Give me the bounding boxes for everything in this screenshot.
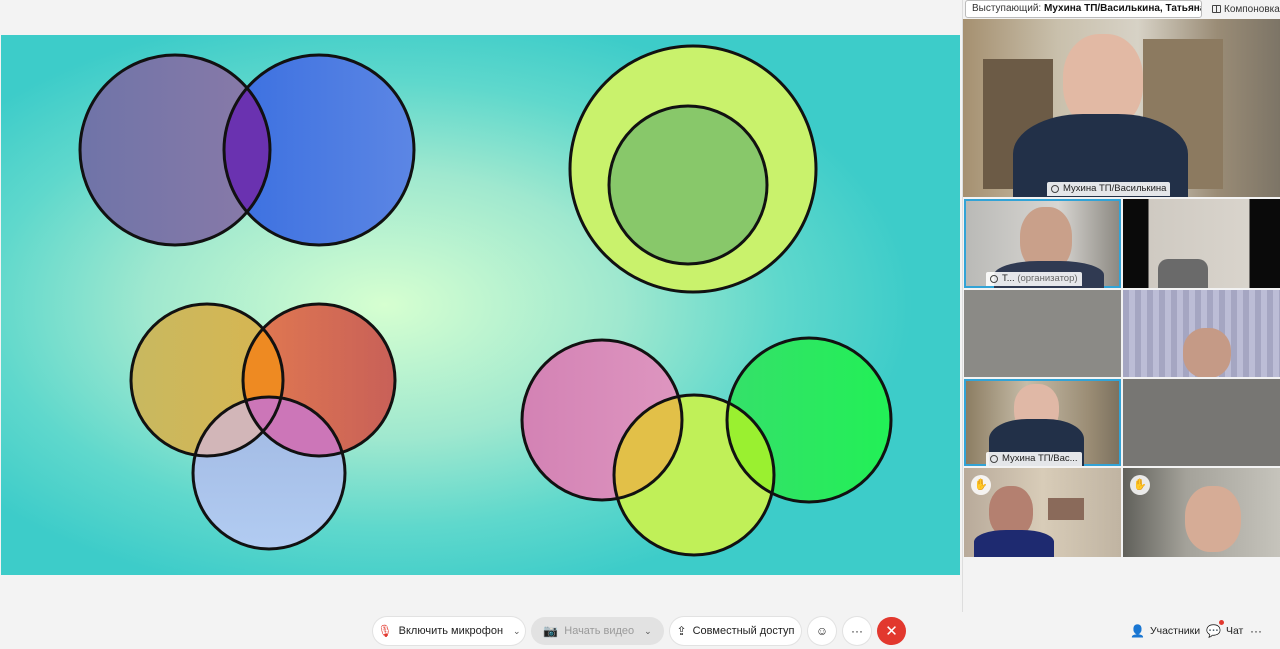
shared-slide <box>1 35 960 575</box>
chat-button[interactable]: 💬 Чат <box>1206 617 1243 645</box>
participant-video-tile-2[interactable] <box>1123 199 1280 288</box>
participants-button[interactable]: 👤 Участники <box>1130 617 1200 645</box>
participant-7-clothes <box>974 530 1054 557</box>
layout-button[interactable]: Компоновка <box>1208 0 1280 18</box>
raise-hand-icon: ✋ <box>971 475 991 495</box>
active-speaker-prefix: Выступающий: <box>972 3 1042 14</box>
chat-unread-badge <box>1219 620 1224 625</box>
participants-video-panel: Выступающий: Мухина ТП/Василькина, Татья… <box>962 0 1280 612</box>
nested-circles <box>568 44 818 294</box>
reactions-button[interactable]: ☺ <box>808 617 836 645</box>
chain-circles <box>520 336 893 557</box>
participant-video-tile-8[interactable]: ✋ <box>1123 468 1280 557</box>
mic-off-icon <box>990 455 998 463</box>
share-button[interactable]: ⇪ Совместный доступ <box>670 617 801 645</box>
inner-circle <box>607 104 769 266</box>
participant-video-tile-7[interactable]: ✋ <box>964 468 1121 557</box>
meeting-window: Выступающий: Мухина ТП/Василькина, Татья… <box>0 0 1280 649</box>
venn-three-circles <box>129 302 397 551</box>
mic-off-icon <box>990 275 998 283</box>
host-name-tag: Т... (организатор) <box>986 272 1082 286</box>
raise-hand-icon: ✋ <box>1130 475 1150 495</box>
more-icon: ··· <box>851 624 863 638</box>
end-call-icon: ✕ <box>885 623 898 640</box>
meeting-toolbar: 🎙 Включить микрофон ⌄ 📷 Начать видео ⌄ ⇪… <box>0 612 1280 649</box>
shared-screen-area <box>0 0 962 612</box>
start-video-button[interactable]: 📷 Начать видео ⌄ <box>531 617 664 645</box>
chat-icon: 💬 <box>1206 624 1221 638</box>
chevron-down-icon[interactable]: ⌄ <box>513 626 521 637</box>
main-speaker-name-tag: Мухина ТП/Василькина <box>1047 182 1171 196</box>
venn-two-circles <box>78 53 416 247</box>
video-off-icon: 📷 <box>543 624 559 638</box>
active-speaker-bar: Выступающий: Мухина ТП/Василькина, Татья… <box>965 0 1202 18</box>
layout-icon <box>1212 5 1221 13</box>
more-icon: ··· <box>1250 624 1262 638</box>
unmute-mic-button[interactable]: 🎙 Включить микрофон ⌄ <box>373 617 525 645</box>
panel-more-button[interactable]: ··· <box>1250 617 1262 645</box>
more-options-button[interactable]: ··· <box>843 617 871 645</box>
emoji-icon: ☺ <box>815 624 829 638</box>
participant-8-face <box>1185 486 1241 552</box>
wall-picture <box>1048 498 1084 520</box>
self-video-tile[interactable]: Мухина ТП/Вас... <box>964 379 1121 466</box>
share-icon: ⇪ <box>676 624 687 638</box>
active-speaker-name: Мухина ТП/Василькина, Татьяна Ан... <box>1044 3 1202 14</box>
mic-off-icon <box>1051 185 1059 193</box>
main-speaker-video[interactable]: Мухина ТП/Василькина <box>963 19 1280 197</box>
participant-2-shape <box>1158 259 1208 288</box>
participant-4-face <box>1183 328 1231 377</box>
participant-video-tile-4[interactable] <box>1123 290 1280 377</box>
venn-diagram-slide <box>78 44 893 557</box>
participant-video-tile-3[interactable] <box>964 290 1121 377</box>
self-name-tag: Мухина ТП/Вас... <box>986 452 1082 466</box>
chevron-down-icon[interactable]: ⌄ <box>644 626 652 637</box>
mic-off-icon: 🎙 <box>377 624 393 638</box>
end-call-button[interactable]: ✕ <box>877 617 906 645</box>
layout-button-label: Компоновка <box>1224 3 1280 15</box>
participant-video-tile-6[interactable] <box>1123 379 1280 466</box>
host-video-tile[interactable]: Т... (организатор) <box>964 199 1121 288</box>
participants-icon: 👤 <box>1130 624 1145 638</box>
